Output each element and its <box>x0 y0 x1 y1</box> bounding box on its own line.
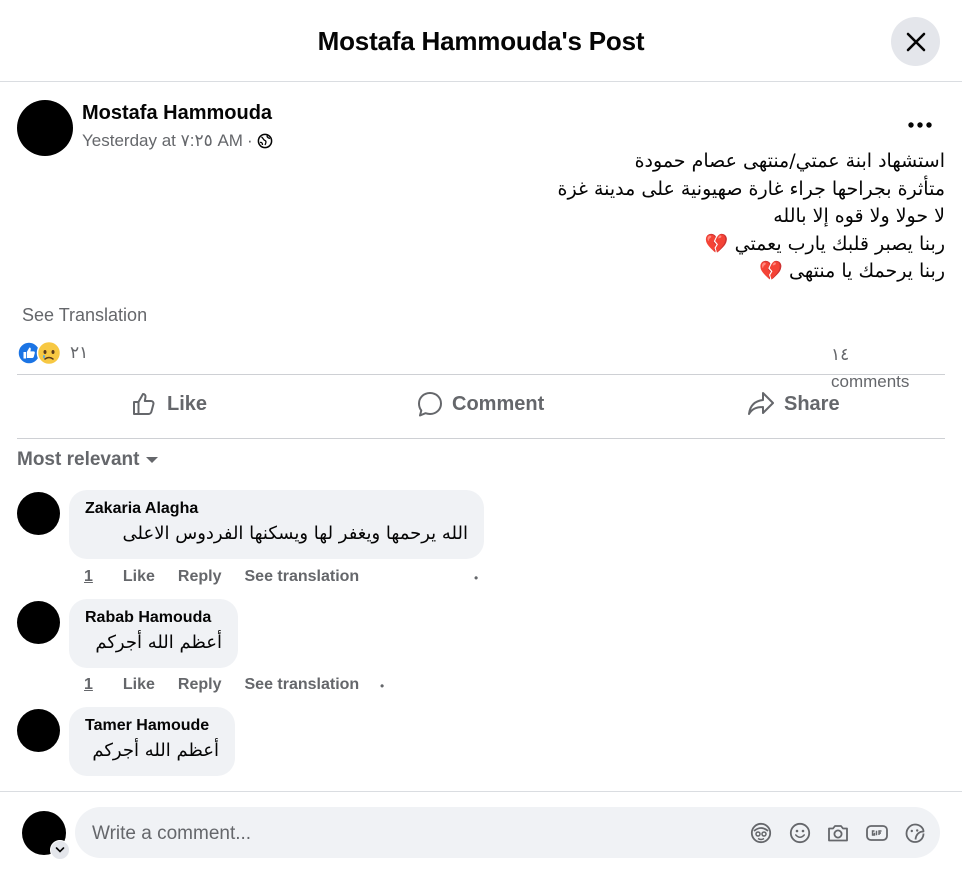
post-timestamp[interactable]: Yesterday at ٧:٢٥ AM <box>82 131 243 151</box>
comment-composer <box>75 807 940 860</box>
post-line: متأثرة بجراحها جراء غارة صهيونية على مدي… <box>557 177 945 200</box>
comment-button[interactable]: Comment <box>416 384 544 424</box>
comment-filter-dropdown[interactable]: Most relevant <box>17 449 159 471</box>
comments-count-number: ١٤ <box>831 345 850 364</box>
comment-text: الله يرحمها ويغفر لها ويسكنها الفردوس ال… <box>122 523 468 544</box>
sticker-button[interactable] <box>903 821 927 845</box>
reactions-summary[interactable]: ٢١ <box>17 340 88 366</box>
share-button[interactable]: Share <box>746 384 840 424</box>
emoji-icon <box>789 822 811 844</box>
comment-icon <box>418 392 442 417</box>
comment-bubble: Tamer Hamoude أعظم الله أجركم <box>69 707 235 776</box>
like-label: Like <box>167 392 208 415</box>
comments-scroll-edge <box>0 785 962 792</box>
author-avatar[interactable] <box>17 100 73 156</box>
comment-bubble: Rabab Hamouda أعظم الله أجركم <box>69 599 238 668</box>
divider <box>17 438 945 439</box>
comment-author[interactable]: Zakaria Alagha <box>85 500 468 518</box>
profile-switch-button[interactable] <box>50 840 70 860</box>
post-line: استشهاد ابنة عمتي/منتهى عصام حمودة <box>634 150 945 172</box>
post-body: استشهاد ابنة عمتي/منتهى عصام حمودة متأثر… <box>245 148 945 286</box>
post-line: ربنا يرحمك يا منتهى 💔 <box>759 260 945 282</box>
thumbs-up-icon <box>133 393 155 415</box>
comment-author[interactable]: Rabab Hamouda <box>85 609 222 627</box>
like-button[interactable]: Like <box>131 384 207 424</box>
dialog-header: Mostafa Hammouda's Post <box>0 0 962 82</box>
comment-filter-label: Most relevant <box>17 449 140 470</box>
comment-like-button[interactable]: Like <box>123 676 155 694</box>
comment-see-translation[interactable]: See translation <box>245 676 360 694</box>
share-icon <box>748 392 774 415</box>
caret-down-icon <box>146 457 159 463</box>
comment-actions: 1 Like Reply See translation <box>84 568 359 586</box>
comment-actions: 1 Like Reply See translation <box>84 676 359 694</box>
camera-button[interactable] <box>826 821 850 845</box>
comment-label: Comment <box>452 392 545 415</box>
comments-count[interactable]: ١٤ comments <box>831 341 941 395</box>
sticker-icon <box>905 823 925 843</box>
more-icon <box>908 122 932 128</box>
dot-separator: • <box>474 571 479 585</box>
gif-button[interactable] <box>865 821 889 845</box>
comment-input[interactable] <box>90 807 734 860</box>
comment-time[interactable]: 1 <box>84 568 93 586</box>
author-name[interactable]: Mostafa Hammouda <box>82 102 272 125</box>
divider <box>17 374 945 375</box>
comment-avatar[interactable] <box>17 601 60 644</box>
chevron-down-icon <box>55 847 65 853</box>
globe-icon <box>257 133 272 149</box>
camera-icon <box>828 825 848 842</box>
comment-bubble: Zakaria Alagha الله يرحمها ويغفر لها ويس… <box>69 490 484 559</box>
comment-time[interactable]: 1 <box>84 676 93 694</box>
comment-avatar[interactable] <box>17 709 60 752</box>
comment-text: أعظم الله أجركم <box>95 632 222 653</box>
avatar-sticker-button[interactable] <box>749 821 773 845</box>
share-label: Share <box>784 392 840 415</box>
dialog-title: Mostafa Hammouda's Post <box>317 26 645 56</box>
comment-author[interactable]: Tamer Hamoude <box>85 717 219 735</box>
post-line: ربنا يصبر قلبك يارب يعمتي 💔 <box>704 232 945 255</box>
close-icon <box>906 32 925 51</box>
avatar-sticker-icon <box>750 822 772 844</box>
comment-reply-button[interactable]: Reply <box>178 676 222 694</box>
comment-like-button[interactable]: Like <box>123 568 155 586</box>
reaction-count: ٢١ <box>70 343 89 362</box>
sad-reaction-icon <box>36 340 62 366</box>
emoji-button[interactable] <box>788 821 812 845</box>
close-button[interactable] <box>891 17 940 66</box>
post-line: لا حولا ولا قوه إلا بالله <box>773 205 945 227</box>
dot-separator: • <box>380 679 385 693</box>
see-translation-link[interactable]: See Translation <box>22 305 147 326</box>
comment-reply-button[interactable]: Reply <box>178 568 222 586</box>
comment-text: أعظم الله أجركم <box>92 740 219 761</box>
comment-see-translation[interactable]: See translation <box>245 568 360 586</box>
more-options-button[interactable] <box>903 110 937 140</box>
gif-icon <box>866 825 888 841</box>
comment-avatar[interactable] <box>17 492 60 535</box>
